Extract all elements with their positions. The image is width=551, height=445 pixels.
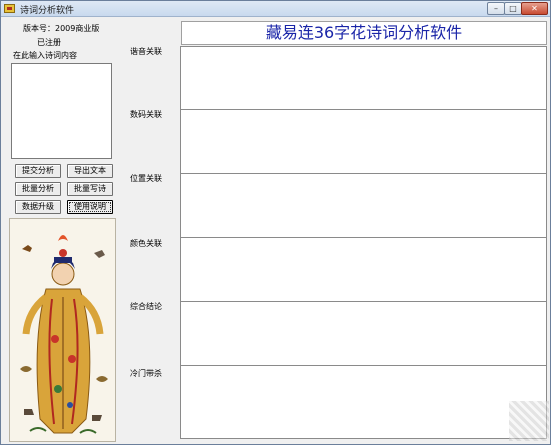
close-button[interactable]: ✕ [521, 2, 548, 15]
result-color[interactable] [180, 237, 547, 302]
result-number[interactable] [180, 109, 547, 174]
deity-illustration-drawing [10, 219, 115, 441]
maximize-button[interactable]: □ [504, 2, 522, 15]
section-label-homophone: 谐音关联 [130, 47, 162, 56]
window-title: 诗词分析软件 [20, 6, 75, 16]
section-label-color: 颜色关联 [130, 239, 162, 248]
batch-write-button[interactable]: 批量写诗 [67, 182, 113, 196]
watermark [509, 401, 549, 441]
instructions-button[interactable]: 使用说明 [67, 200, 113, 214]
section-label-conclusion: 综合结论 [130, 302, 162, 311]
title-bar[interactable]: 诗词分析软件 – □ ✕ [1, 1, 550, 17]
minimize-button[interactable]: – [487, 2, 505, 15]
data-upgrade-button[interactable]: 数据升级 [15, 200, 61, 214]
section-label-number: 数码关联 [130, 110, 162, 119]
poem-input-label: 在此输入诗词内容 [13, 51, 77, 60]
deity-illustration [9, 218, 116, 442]
app-window: 诗词分析软件 – □ ✕ 版本号：2009商业版 已注册 在此输入诗词内容 提交… [0, 0, 551, 445]
batch-analysis-button[interactable]: 批量分析 [15, 182, 61, 196]
app-icon [4, 4, 15, 13]
software-title-banner: 藏易连36字花诗词分析软件 [181, 21, 547, 45]
export-text-button[interactable]: 导出文本 [67, 164, 113, 178]
result-conclusion[interactable] [180, 301, 547, 366]
section-label-cold: 冷门带杀 [130, 369, 162, 378]
result-cold[interactable] [180, 365, 547, 439]
submit-analysis-button[interactable]: 提交分析 [15, 164, 61, 178]
version-label: 版本号：2009商业版 [23, 24, 100, 33]
section-label-position: 位置关联 [130, 174, 162, 183]
registration-status: 已注册 [37, 38, 61, 47]
result-homophone[interactable] [180, 46, 547, 110]
result-position[interactable] [180, 173, 547, 238]
poem-input[interactable] [11, 63, 112, 159]
